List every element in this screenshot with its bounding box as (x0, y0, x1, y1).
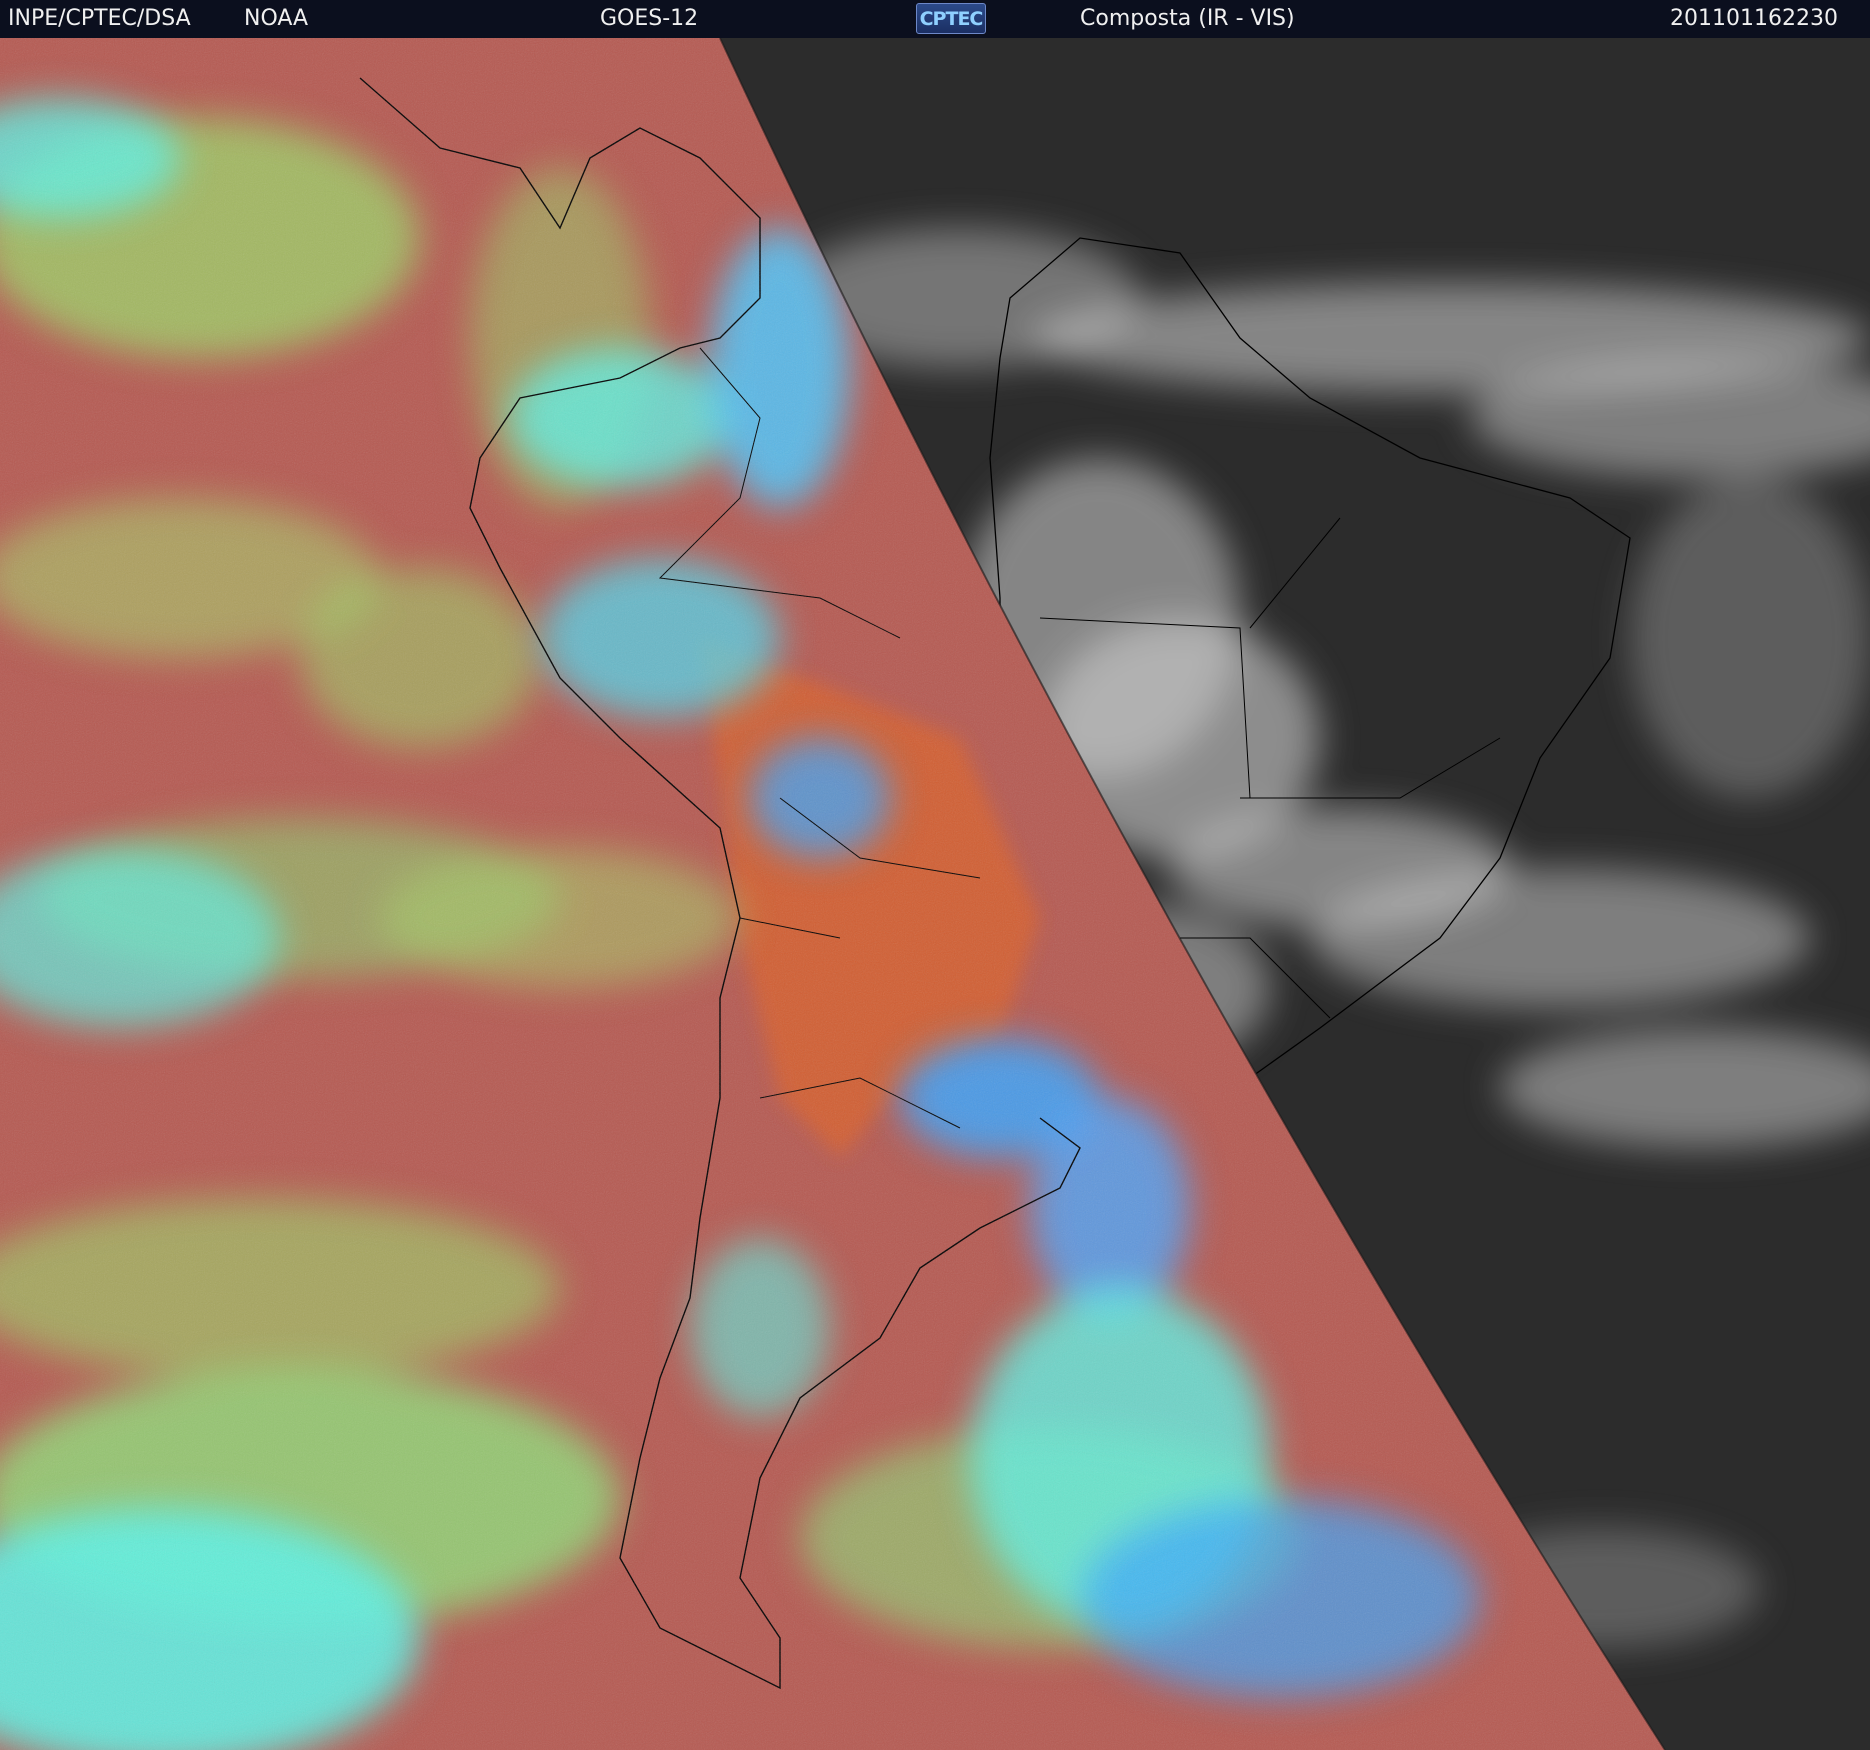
cptec-logo-text: CPTEC (919, 8, 984, 30)
institution-label: INPE/CPTEC/DSA (8, 6, 191, 31)
satellite-composite-svg (0, 38, 1870, 1750)
cptec-logo: CPTEC (916, 3, 986, 34)
product-label: Composta (IR - VIS) (1080, 6, 1295, 31)
header-bar: INPE/CPTEC/DSA NOAA GOES-12 CPTEC Compos… (0, 0, 1870, 38)
agency-label: NOAA (244, 6, 309, 31)
satellite-label: GOES-12 (600, 6, 699, 31)
satellite-image (0, 38, 1870, 1750)
timestamp-label: 201101162230 (1670, 6, 1838, 31)
